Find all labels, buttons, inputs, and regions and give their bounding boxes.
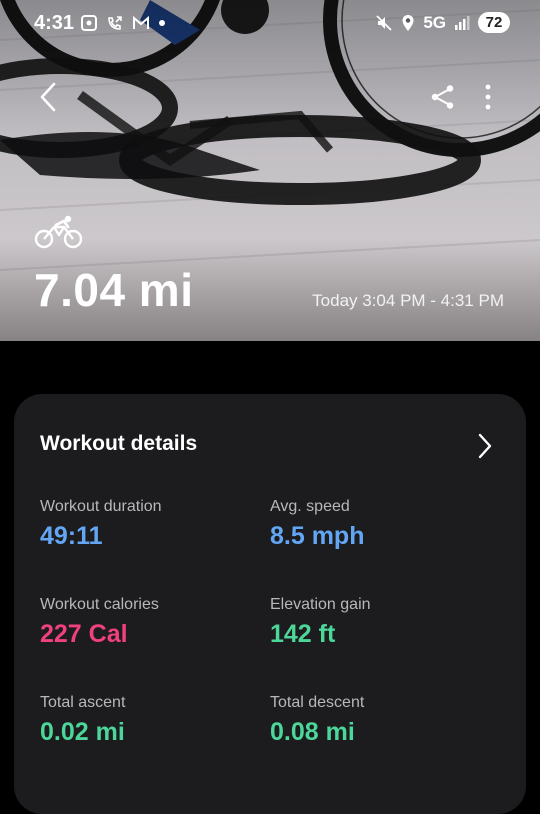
hero-banner: 4:31 5G 72 7.04 mi Today 3:04 PM - 4:31 … <box>0 0 540 341</box>
notification-icons <box>80 14 166 32</box>
workout-time-range: Today 3:04 PM - 4:31 PM <box>312 291 504 310</box>
back-icon[interactable] <box>34 80 64 114</box>
metric-label: Total ascent <box>40 694 126 711</box>
metric-label: Avg. speed <box>270 498 350 515</box>
workout-distance: 7.04 mi <box>34 264 194 316</box>
metric-label: Workout calories <box>40 596 159 613</box>
metric-label: Total descent <box>270 694 365 711</box>
location-icon <box>402 14 414 31</box>
metric-label: Elevation gain <box>270 596 371 613</box>
battery-level: 72 <box>478 12 510 33</box>
metric-value: 8.5 mph <box>270 522 365 550</box>
metric-avg-speed: Avg. speed 8.5 mph <box>270 498 364 551</box>
status-time: 4:31 <box>34 12 75 34</box>
workout-details-card[interactable]: Workout details Workout duration 49:11 A… <box>14 394 526 814</box>
metric-total-ascent: Total ascent 0.02 mi <box>40 694 125 747</box>
metric-elevation-gain: Elevation gain 142 ft <box>270 596 371 649</box>
notification-dot-icon <box>159 20 165 26</box>
call-forward-icon <box>108 16 122 30</box>
network-type: 5G <box>423 12 446 32</box>
more-icon[interactable] <box>478 83 498 111</box>
status-bar: 4:31 5G 72 <box>0 0 540 50</box>
screenshot-icon <box>81 15 97 31</box>
status-right: 5G 72 <box>375 12 510 33</box>
workout-details-title: Workout details <box>40 432 198 455</box>
metric-workout-duration: Workout duration 49:11 <box>40 498 162 551</box>
signal-icon <box>455 15 470 30</box>
cycling-icon <box>34 215 83 249</box>
share-icon[interactable] <box>430 84 456 110</box>
metric-value: 142 ft <box>270 620 336 648</box>
metric-label: Workout duration <box>40 498 162 515</box>
chevron-right-icon[interactable] <box>476 432 494 460</box>
metric-value: 227 Cal <box>40 620 128 648</box>
metric-workout-calories: Workout calories 227 Cal <box>40 596 159 649</box>
mute-icon <box>376 14 392 31</box>
metric-value: 49:11 <box>40 522 103 550</box>
metric-value: 0.08 mi <box>270 718 355 746</box>
metric-value: 0.02 mi <box>40 718 125 746</box>
metric-total-descent: Total descent 0.08 mi <box>270 694 364 747</box>
gmail-icon <box>133 15 149 29</box>
